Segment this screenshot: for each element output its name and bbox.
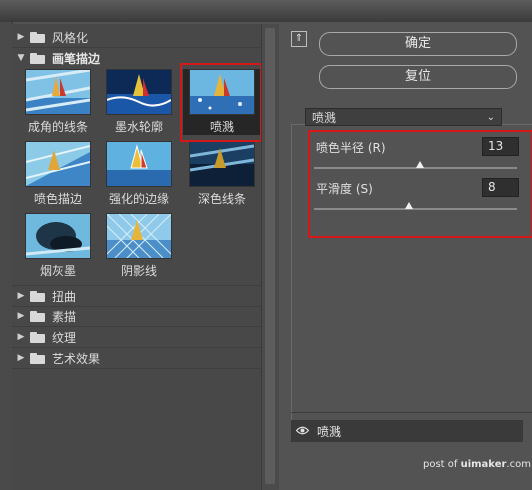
- gallery-scrollbar[interactable]: [261, 24, 279, 490]
- chevron-down-icon: ⌄: [486, 111, 495, 123]
- thumbnail-ink-outlines[interactable]: 墨水轮廓: [100, 69, 178, 135]
- sprayed-strokes-thumbnail: [25, 141, 91, 187]
- accented-edges-thumbnail: [106, 141, 172, 187]
- crosshatch-thumbnail: [106, 213, 172, 259]
- thumbnail-sumi-e[interactable]: 烟灰墨: [19, 213, 97, 279]
- category-label: 画笔描边: [52, 51, 101, 66]
- expand-right-icon: ▶: [17, 32, 25, 42]
- expand-right-icon: ▶: [17, 332, 25, 342]
- selected-thumbnail-highlight: [180, 63, 262, 142]
- watermark: post of uimaker.com: [423, 459, 531, 470]
- effect-layer-name: 喷溅: [317, 424, 342, 439]
- eye-icon[interactable]: [291, 424, 313, 438]
- folder-icon: [30, 52, 46, 64]
- params-highlight: [308, 130, 532, 238]
- thumbnail-label: 强化的边缘: [108, 192, 169, 206]
- thumbnail-label: 喷色描边: [33, 192, 82, 206]
- dark-strokes-thumbnail: [189, 141, 255, 187]
- folder-icon: [30, 290, 46, 302]
- sumi-e-thumbnail: [25, 213, 91, 259]
- ok-button[interactable]: 确定: [319, 32, 517, 56]
- category-label: 纹理: [52, 330, 77, 345]
- watermark-suffix: .com: [506, 459, 531, 470]
- scrollbar-thumb[interactable]: [265, 28, 275, 484]
- ink-outlines-thumbnail: [106, 69, 172, 115]
- thumbnail-label: 成角的线条: [27, 120, 88, 134]
- filter-select[interactable]: 喷溅 ⌄: [305, 108, 502, 126]
- collapse-up-icon[interactable]: ⇑: [291, 31, 307, 47]
- folder-icon: [30, 310, 46, 322]
- folder-icon: [30, 352, 46, 364]
- thumbnail-dark-strokes[interactable]: 深色线条: [183, 141, 261, 207]
- reset-button[interactable]: 复位: [319, 65, 517, 89]
- folder-icon: [30, 31, 46, 43]
- watermark-prefix: post of: [423, 459, 461, 470]
- category-artistic[interactable]: ▶ 艺术效果: [12, 348, 261, 369]
- thumbnail-angled-strokes[interactable]: 成角的线条: [19, 69, 97, 135]
- folder-icon: [30, 331, 46, 343]
- expand-right-icon: ▶: [17, 311, 25, 321]
- layer-divider: [291, 412, 532, 413]
- filter-select-value: 喷溅: [312, 110, 337, 125]
- category-distort[interactable]: ▶ 扭曲: [12, 285, 261, 307]
- watermark-brand: uimaker: [460, 459, 507, 470]
- title-bar: [0, 0, 532, 22]
- category-stylize[interactable]: ▶ 风格化: [12, 27, 261, 48]
- thumbnail-label: 烟灰墨: [39, 264, 76, 278]
- angled-strokes-thumbnail: [25, 69, 91, 115]
- thumbnail-label: 墨水轮廓: [114, 120, 163, 134]
- thumbnail-label: 深色线条: [197, 192, 246, 206]
- category-label: 扭曲: [52, 289, 77, 304]
- expand-right-icon: ▶: [17, 291, 25, 301]
- expand-right-icon: ▶: [17, 353, 25, 363]
- category-sketch[interactable]: ▶ 素描: [12, 306, 261, 327]
- category-label: 艺术效果: [52, 351, 101, 366]
- category-texture[interactable]: ▶ 纹理: [12, 327, 261, 348]
- thumbnail-label: 阴影线: [120, 264, 157, 278]
- category-label: 风格化: [52, 30, 89, 45]
- thumbnail-accented-edges[interactable]: 强化的边缘: [100, 141, 178, 207]
- thumbnail-crosshatch[interactable]: 阴影线: [100, 213, 178, 279]
- thumbnail-sprayed-strokes[interactable]: 喷色描边: [19, 141, 97, 207]
- expand-down-icon: ▼: [17, 53, 25, 63]
- effect-layer-row[interactable]: 喷溅: [291, 420, 523, 442]
- category-label: 素描: [52, 309, 77, 324]
